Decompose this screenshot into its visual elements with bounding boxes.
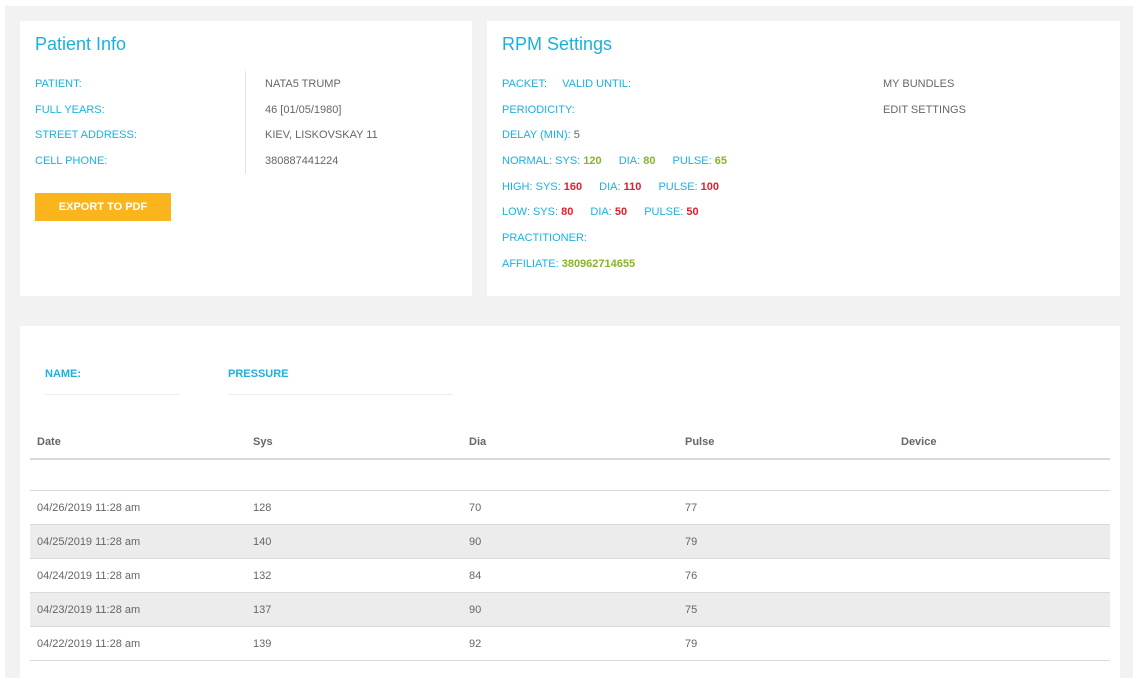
table-row[interactable]: 04/22/2019 11:28 am 139 92 79 — [30, 626, 1110, 661]
cell-dia: 84 — [462, 558, 678, 593]
high-sys-label: HIGH: SYS: — [502, 181, 561, 193]
cell-sys: 132 — [246, 558, 462, 593]
normal-thresholds-row: NORMAL: SYS: 120 DIA: 80 PULSE: 65 — [502, 155, 727, 167]
periodicity-row: PERIODICITY: — [502, 104, 575, 116]
pressure-filter[interactable]: PRESSURE — [228, 368, 289, 380]
measurements-table: Date Sys Dia Pulse Device 04/26/2019 11:… — [30, 426, 1110, 661]
cell-dia: 90 — [462, 592, 678, 627]
patient-label: PATIENT: — [35, 78, 82, 90]
measurements-card: NAME: PRESSURE Date Sys Dia Pulse Device… — [20, 326, 1120, 678]
normal-pulse-label: PULSE: — [672, 155, 712, 167]
rpm-settings-card: RPM Settings PACKET: VALID UNTIL: PERIOD… — [487, 21, 1120, 296]
table-row[interactable]: 04/23/2019 11:28 am 137 90 75 — [30, 592, 1110, 627]
cell-sys: 140 — [246, 524, 462, 559]
normal-sys-value: 120 — [583, 155, 602, 167]
table-row[interactable]: 04/26/2019 11:28 am 128 70 77 — [30, 490, 1110, 525]
patient-info-divider — [245, 71, 246, 174]
cell-pulse: 77 — [678, 490, 894, 525]
normal-sys-label: NORMAL: SYS: — [502, 155, 581, 167]
cell-pulse: 79 — [678, 626, 894, 661]
name-filter[interactable]: NAME: — [45, 368, 81, 380]
cell-pulse: 76 — [678, 558, 894, 593]
cell-device — [894, 524, 1110, 559]
cell-device — [894, 626, 1110, 661]
column-header-dia[interactable]: Dia — [462, 426, 678, 459]
cell-date: 04/24/2019 11:28 am — [30, 558, 246, 593]
low-sys-label: LOW: SYS: — [502, 206, 559, 218]
low-pulse-value: 50 — [686, 206, 699, 218]
high-sys-value: 160 — [563, 181, 583, 193]
delay-label: DELAY (MIN): — [502, 129, 571, 141]
cell-sys: 139 — [246, 626, 462, 661]
edit-settings-link[interactable]: EDIT SETTINGS — [883, 104, 966, 116]
full-years-value: 46 [01/05/1980] — [265, 104, 342, 116]
cell-date: 04/26/2019 11:28 am — [30, 490, 246, 525]
table-row[interactable]: 04/25/2019 11:28 am 140 90 79 — [30, 524, 1110, 559]
cell-dia: 70 — [462, 490, 678, 525]
high-thresholds-row: HIGH: SYS: 160 DIA: 110 PULSE: 100 — [502, 181, 719, 193]
table-row[interactable]: 04/24/2019 11:28 am 132 84 76 — [30, 558, 1110, 593]
cell-phone-value: 380887441224 — [265, 155, 339, 167]
table-header-row: Date Sys Dia Pulse Device — [30, 426, 1110, 459]
full-years-label: FULL YEARS: — [35, 104, 105, 116]
my-bundles-link[interactable]: MY BUNDLES — [883, 78, 954, 90]
cell-sys: 137 — [246, 592, 462, 627]
low-sys-value: 80 — [561, 206, 574, 218]
low-dia-label: DIA: — [590, 206, 612, 218]
low-dia-value: 50 — [614, 206, 628, 218]
periodicity-label: PERIODICITY: — [502, 104, 575, 116]
normal-dia-value: 80 — [643, 155, 656, 167]
cell-device — [894, 558, 1110, 593]
pressure-filter-underline — [228, 394, 453, 395]
high-dia-value: 110 — [623, 181, 642, 193]
cell-device — [894, 490, 1110, 525]
practitioner-row: PRACTITIONER: — [502, 232, 587, 244]
cell-dia: 90 — [462, 524, 678, 559]
low-pulse-label: PULSE: — [644, 206, 684, 218]
cell-date: 04/22/2019 11:28 am — [30, 626, 246, 661]
affiliate-row: AFFILIATE: 380962714655 — [502, 258, 635, 270]
name-filter-underline — [45, 394, 180, 395]
high-dia-label: DIA: — [599, 181, 621, 193]
street-address-label: STREET ADDRESS: — [35, 129, 137, 141]
cell-pulse: 79 — [678, 524, 894, 559]
packet-row: PACKET: VALID UNTIL: — [502, 78, 631, 90]
cell-phone-label: CELL PHONE: — [35, 155, 108, 167]
cell-device — [894, 592, 1110, 627]
cell-dia: 92 — [462, 626, 678, 661]
rpm-settings-title: RPM Settings — [502, 34, 613, 54]
export-to-pdf-button[interactable]: EXPORT TO PDF — [35, 193, 171, 221]
cell-pulse: 75 — [678, 592, 894, 627]
cell-date: 04/25/2019 11:28 am — [30, 524, 246, 559]
affiliate-value: 380962714655 — [561, 258, 636, 270]
normal-pulse-value: 65 — [714, 155, 727, 167]
cell-sys: 128 — [246, 490, 462, 525]
affiliate-label: AFFILIATE: — [502, 258, 559, 270]
low-thresholds-row: LOW: SYS: 80 DIA: 50 PULSE: 50 — [502, 206, 699, 218]
patient-info-title: Patient Info — [35, 34, 127, 54]
column-header-date[interactable]: Date — [30, 426, 246, 459]
packet-label: PACKET: — [502, 78, 548, 90]
high-pulse-label: PULSE: — [658, 181, 698, 193]
delay-value: 5 — [573, 129, 580, 141]
valid-until-label: VALID UNTIL: — [562, 78, 631, 90]
high-pulse-value: 100 — [700, 181, 720, 193]
normal-dia-label: DIA: — [618, 155, 641, 167]
column-header-pulse[interactable]: Pulse — [678, 426, 894, 459]
table-spacer-row — [30, 459, 1110, 491]
cell-date: 04/23/2019 11:28 am — [30, 592, 246, 627]
patient-value: NATA5 TRUMP — [265, 78, 341, 90]
street-address-value: KIEV, LISKOVSKAY 11 — [265, 129, 378, 141]
practitioner-label: PRACTITIONER: — [502, 232, 587, 244]
patient-info-card: Patient Info PATIENT: NATA5 TRUMP FULL Y… — [20, 21, 472, 296]
delay-row: DELAY (MIN): 5 — [502, 129, 580, 141]
column-header-sys[interactable]: Sys — [246, 426, 462, 459]
column-header-device[interactable]: Device — [894, 426, 1110, 459]
